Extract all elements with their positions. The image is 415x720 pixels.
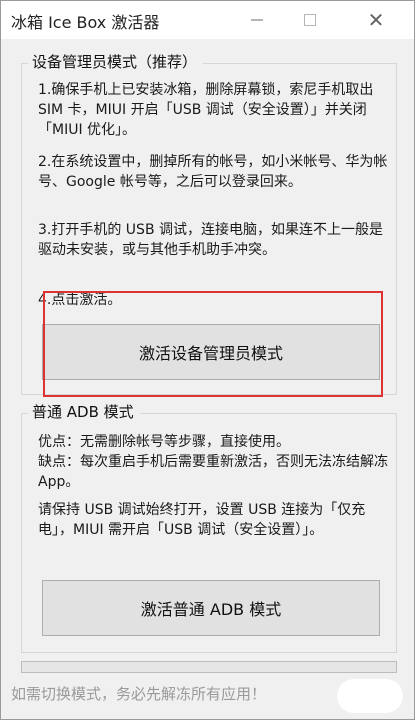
adb-cons-text: 缺点：每次重启手机后需要重新激活，否则无法冻结解冻 App。 bbox=[38, 454, 388, 490]
activator-window: 冰箱 Ice Box 激活器 ✕ 设备管理员模式（推荐） 1.确保手机上已安装冰… bbox=[0, 0, 415, 720]
overlay-blob bbox=[337, 679, 403, 713]
adb-note-text: 请保持 USB 调试始终打开，设置 USB 连接为「仅充电」，MIUI 需开启「… bbox=[38, 502, 366, 538]
window-title: 冰箱 Ice Box 激活器 bbox=[11, 13, 160, 32]
adb-mode-group: 普通 ADB 模式 优点：无需删除帐号等步骤，直接使用。 缺点：每次重启手机后需… bbox=[21, 403, 397, 653]
adb-pros-text: 优点：无需删除帐号等步骤，直接使用。 bbox=[38, 434, 290, 450]
adb-mode-legend: 普通 ADB 模式 bbox=[28, 403, 140, 421]
title-bar[interactable]: 冰箱 Ice Box 激活器 ✕ bbox=[1, 1, 414, 39]
status-text: 如需切换模式，务必先解冻所有应用！ bbox=[11, 685, 267, 703]
minimize-icon[interactable] bbox=[239, 7, 275, 33]
device-owner-legend: 设备管理员模式（推荐） bbox=[28, 53, 204, 71]
highlight-box bbox=[43, 291, 383, 397]
step-3-text: 3.打开手机的 USB 调试，连接电脑，如果连不上一般是驱动未安装，或与其他手机… bbox=[38, 222, 383, 258]
activate-adb-button[interactable]: 激活普通 ADB 模式 bbox=[42, 580, 380, 636]
close-icon[interactable]: ✕ bbox=[358, 7, 394, 33]
maximize-icon[interactable] bbox=[292, 7, 328, 33]
step-2-text: 2.在系统设置中，删掉所有的帐号，如小米帐号、华为帐号、Google 帐号等，之… bbox=[38, 154, 388, 190]
progress-bar bbox=[21, 661, 397, 673]
step-1-text: 1.确保手机上已安装冰箱，删除屏幕锁，索尼手机取出 SIM 卡，MIUI 开启「… bbox=[38, 82, 374, 138]
